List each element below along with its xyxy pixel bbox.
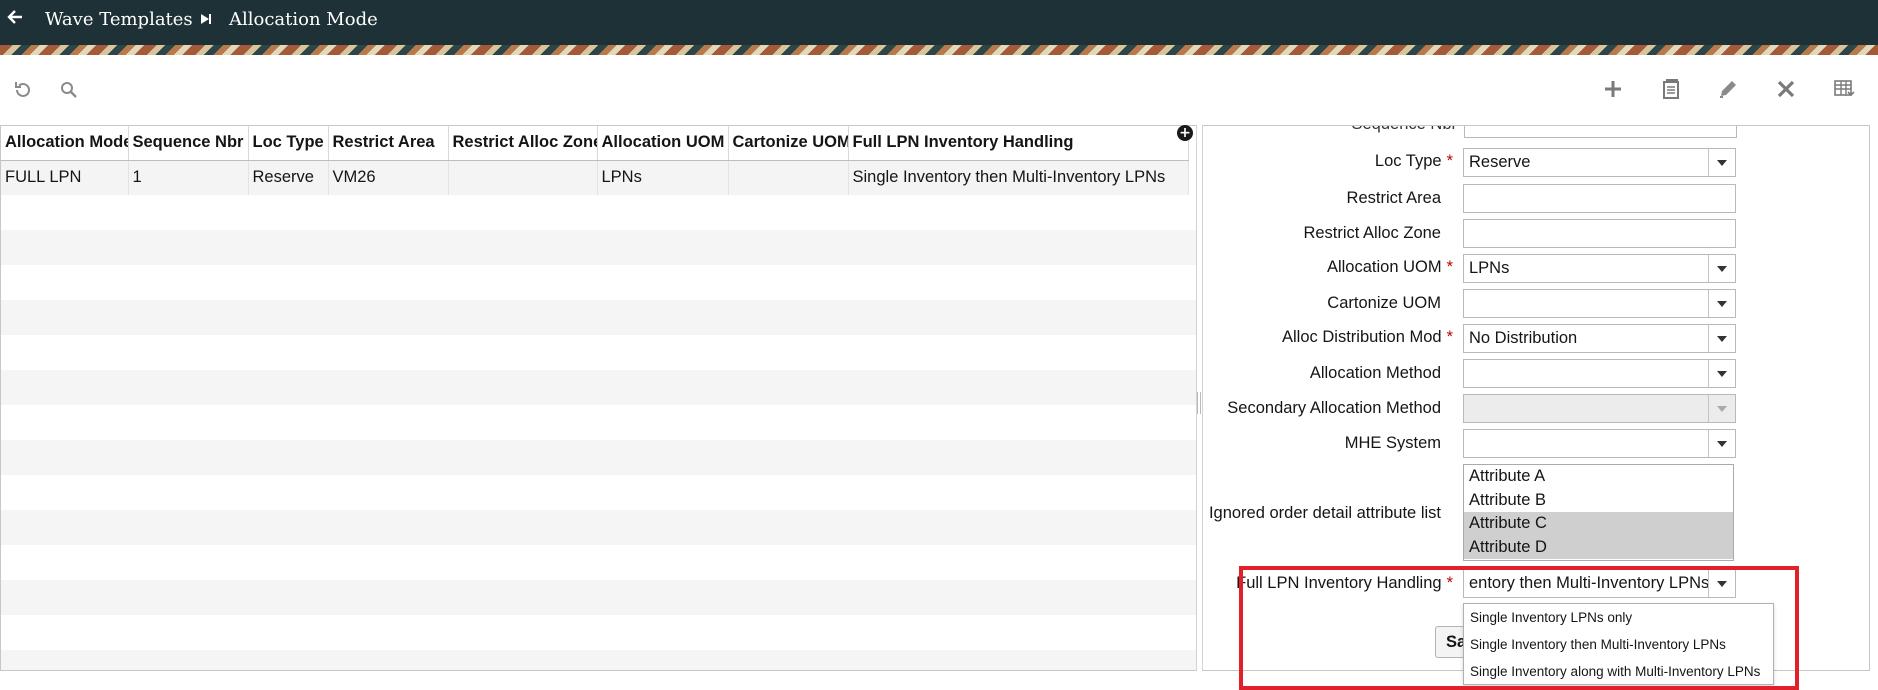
chevron-down-icon[interactable] [1708,290,1735,317]
panel-splitter[interactable] [1197,392,1201,414]
grid-header-row: Allocation Mode Sequence Nbr Loc Type Re… [1,126,1189,161]
delete-icon[interactable] [1772,75,1800,103]
column-header-cartonize-uom[interactable]: Cartonize UOM [728,126,849,161]
grid-empty-row [1,440,1196,475]
add-column-icon[interactable]: + [1177,125,1193,141]
chevron-down-icon[interactable] [1708,149,1735,176]
secondary-allocation-method-select [1463,394,1736,423]
chevron-down-icon[interactable] [1708,570,1735,597]
app-header: Wave Templates Allocation Mode [0,0,1878,45]
column-header-sequence-nbr[interactable]: Sequence Nbr [128,126,249,161]
add-icon[interactable] [1599,75,1627,103]
chevron-down-icon[interactable] [1708,255,1735,282]
chevron-down-icon[interactable] [1708,325,1735,352]
cell-restrict-alloc-zone [448,160,598,195]
breadcrumb-current: Allocation Mode [229,9,378,30]
cell-restrict-area: VM26 [328,160,449,195]
full-lpn-handling-dropdown: Single Inventory LPNs only Single Invent… [1463,603,1774,685]
grid-empty-row [1,300,1196,335]
column-header-loc-type[interactable]: Loc Type [248,126,329,161]
grid-empty-row [1,370,1196,405]
grid-columns-icon[interactable] [1830,75,1858,103]
table-row[interactable]: FULL LPN 1 Reserve VM26 LPNs Single Inve… [1,160,1189,195]
chevron-down-icon[interactable] [1708,430,1735,457]
column-header-restrict-area[interactable]: Restrict Area [328,126,449,161]
column-header-allocation-uom[interactable]: Allocation UOM [597,126,729,161]
loc-type-select[interactable]: Reserve [1463,148,1736,177]
sequence-nbr-field[interactable] [1464,126,1737,138]
decorative-banner [0,45,1878,55]
back-arrow-icon[interactable] [4,9,26,31]
alloc-distribution-mod-value: No Distribution [1469,329,1578,347]
edit-icon[interactable] [1714,75,1742,103]
breadcrumb-separator-icon [201,14,211,24]
refresh-icon[interactable] [9,76,37,104]
cell-cartonize-uom [728,160,849,195]
list-item[interactable]: Attribute D [1464,535,1733,559]
grid-empty-row [1,580,1196,615]
ignored-attributes-listbox[interactable]: Attribute A Attribute B Attribute C Attr… [1463,464,1734,561]
copy-icon[interactable] [1657,75,1685,103]
full-lpn-handling-value: entory then Multi-Inventory LPNs [1469,574,1710,592]
grid-empty-row [1,230,1196,265]
alloc-distribution-mod-select[interactable]: No Distribution [1463,324,1736,353]
allocation-mode-grid: Allocation Mode Sequence Nbr Loc Type Re… [0,125,1197,671]
cell-sequence-nbr: 1 [128,160,249,195]
restrict-area-input[interactable] [1463,184,1736,213]
allocation-uom-select[interactable]: LPNs [1463,254,1736,283]
breadcrumb-parent[interactable]: Wave Templates [45,8,193,32]
loc-type-value: Reserve [1469,153,1531,171]
cell-loc-type: Reserve [248,160,329,195]
grid-empty-row [1,650,1196,670]
allocation-method-select[interactable] [1463,359,1736,388]
restrict-alloc-zone-input[interactable] [1463,219,1736,248]
mhe-system-select[interactable] [1463,429,1736,458]
column-header-restrict-alloc-zone[interactable]: Restrict Alloc Zone [448,126,598,161]
cell-full-lpn-handling: Single Inventory then Multi-Inventory LP… [848,160,1189,195]
list-item[interactable]: Attribute A [1464,465,1733,489]
cell-allocation-mode: FULL LPN [1,160,129,195]
column-header-allocation-mode[interactable]: Allocation Mode [1,126,129,161]
cell-allocation-uom: LPNs [597,160,729,195]
allocation-uom-value: LPNs [1469,259,1510,277]
list-item[interactable]: Attribute B [1464,489,1733,513]
list-item[interactable]: Attribute C [1464,512,1733,536]
chevron-down-icon [1708,395,1735,422]
dropdown-option[interactable]: Single Inventory along with Multi-Invent… [1464,658,1773,685]
full-lpn-handling-select[interactable]: entory then Multi-Inventory LPNs [1463,569,1736,598]
column-header-full-lpn-handling[interactable]: Full LPN Inventory Handling [848,126,1189,161]
sequence-nbr-label: Sequence Nbr [1352,126,1458,134]
dropdown-option[interactable]: Single Inventory LPNs only [1464,604,1773,631]
cartonize-uom-select[interactable] [1463,289,1736,318]
dropdown-option[interactable]: Single Inventory then Multi-Inventory LP… [1464,631,1773,658]
grid-empty-row [1,510,1196,545]
chevron-down-icon[interactable] [1708,360,1735,387]
search-icon[interactable] [55,76,83,104]
